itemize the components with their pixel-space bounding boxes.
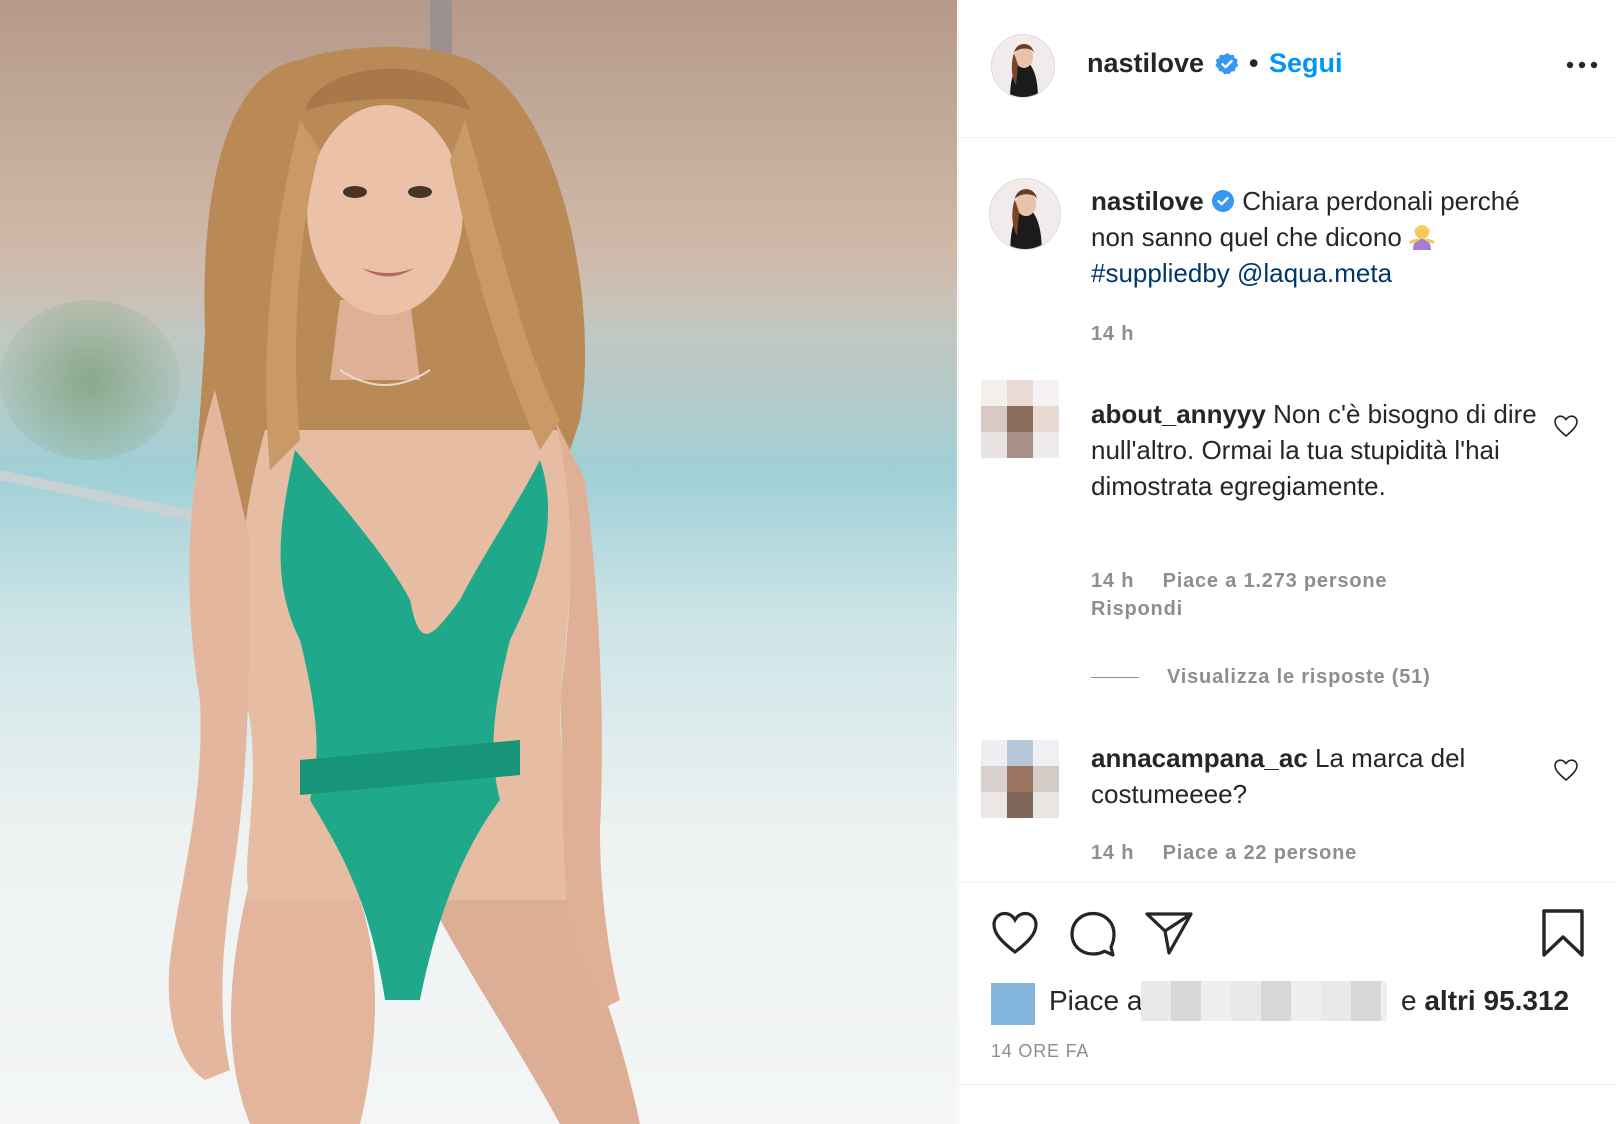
caption-author-avatar[interactable] [989, 178, 1061, 250]
caption-meta: 14 h [1091, 323, 1156, 346]
comment-likes-count[interactable]: Piace a 22 persone [1163, 842, 1358, 864]
likes-others[interactable]: e altri 95.312 [1401, 985, 1569, 1017]
likes-conjunction: e [1401, 985, 1417, 1016]
author-username[interactable]: nastilove [1087, 48, 1204, 79]
share-paper-plane-icon[interactable] [1143, 907, 1195, 959]
likes-others-count: altri 95.312 [1424, 985, 1570, 1016]
post-header: nastilove • Segui [959, 0, 1616, 138]
follow-button[interactable]: Segui [1269, 48, 1343, 79]
comment-likes-count[interactable]: Piace a 1.273 persone [1163, 570, 1388, 592]
comment-meta: 14 h Piace a 1.273 persone [1091, 570, 1409, 593]
caption-username[interactable]: nastilove [1091, 186, 1204, 216]
liker-avatar[interactable] [991, 983, 1035, 1025]
reply-button[interactable]: Rispondi [1091, 598, 1183, 621]
liker-name-redacted[interactable] [1141, 981, 1387, 1021]
post-side-panel: nastilove • Segui nastilove Chiara perdo… [958, 0, 1616, 1124]
model-figure [168, 46, 640, 1124]
comment-username[interactable]: annacampana_ac [1091, 743, 1308, 773]
comment-avatar[interactable] [981, 740, 1059, 818]
comment-time[interactable]: 14 h [1091, 570, 1134, 592]
view-replies-button[interactable]: Visualizza le risposte (51) [1091, 666, 1431, 689]
more-options-icon[interactable] [1565, 52, 1599, 78]
person-shrugging-emoji-icon [1409, 225, 1435, 250]
comment-like-heart-icon[interactable] [1553, 414, 1579, 438]
comment-username[interactable]: about_annyyy [1091, 399, 1266, 429]
post-timestamp[interactable]: 14 ORE FA [991, 1041, 1089, 1062]
comment: about_annyyy Non c'è bisogno di dire nul… [1091, 396, 1561, 504]
comment: annacampana_ac La marca del costumeeee? [1091, 740, 1561, 812]
comment-meta: 14 h Piace a 22 persone [1091, 842, 1379, 865]
replies-divider [1091, 677, 1139, 679]
divider [959, 1084, 1616, 1085]
view-replies-label: Visualizza le risposte (51) [1167, 666, 1431, 688]
verified-badge-icon [1215, 52, 1239, 78]
author-avatar[interactable] [991, 34, 1055, 98]
comment-avatar[interactable] [981, 380, 1059, 458]
post-photo[interactable] [0, 0, 957, 1124]
save-bookmark-icon[interactable] [1537, 907, 1589, 959]
caption-time[interactable]: 14 h [1091, 323, 1134, 345]
instagram-post: nastilove • Segui nastilove Chiara perdo… [0, 0, 1616, 1124]
like-heart-icon[interactable] [989, 907, 1041, 959]
post-caption: nastilove Chiara perdonali perché non sa… [1091, 183, 1561, 291]
mention-link[interactable]: @laqua.meta [1237, 258, 1392, 288]
likes-prefix: Piace a [1049, 985, 1143, 1016]
comment-like-heart-icon[interactable] [1553, 758, 1579, 782]
comment-bubble-icon[interactable] [1067, 907, 1119, 959]
comment-time[interactable]: 14 h [1091, 842, 1134, 864]
header-separator: • [1249, 48, 1259, 78]
hashtag-link[interactable]: #suppliedby [1091, 258, 1230, 288]
post-actions: Piace a e altri 95.312 14 ORE FA [959, 882, 1616, 1124]
verified-badge-icon [1211, 190, 1234, 212]
